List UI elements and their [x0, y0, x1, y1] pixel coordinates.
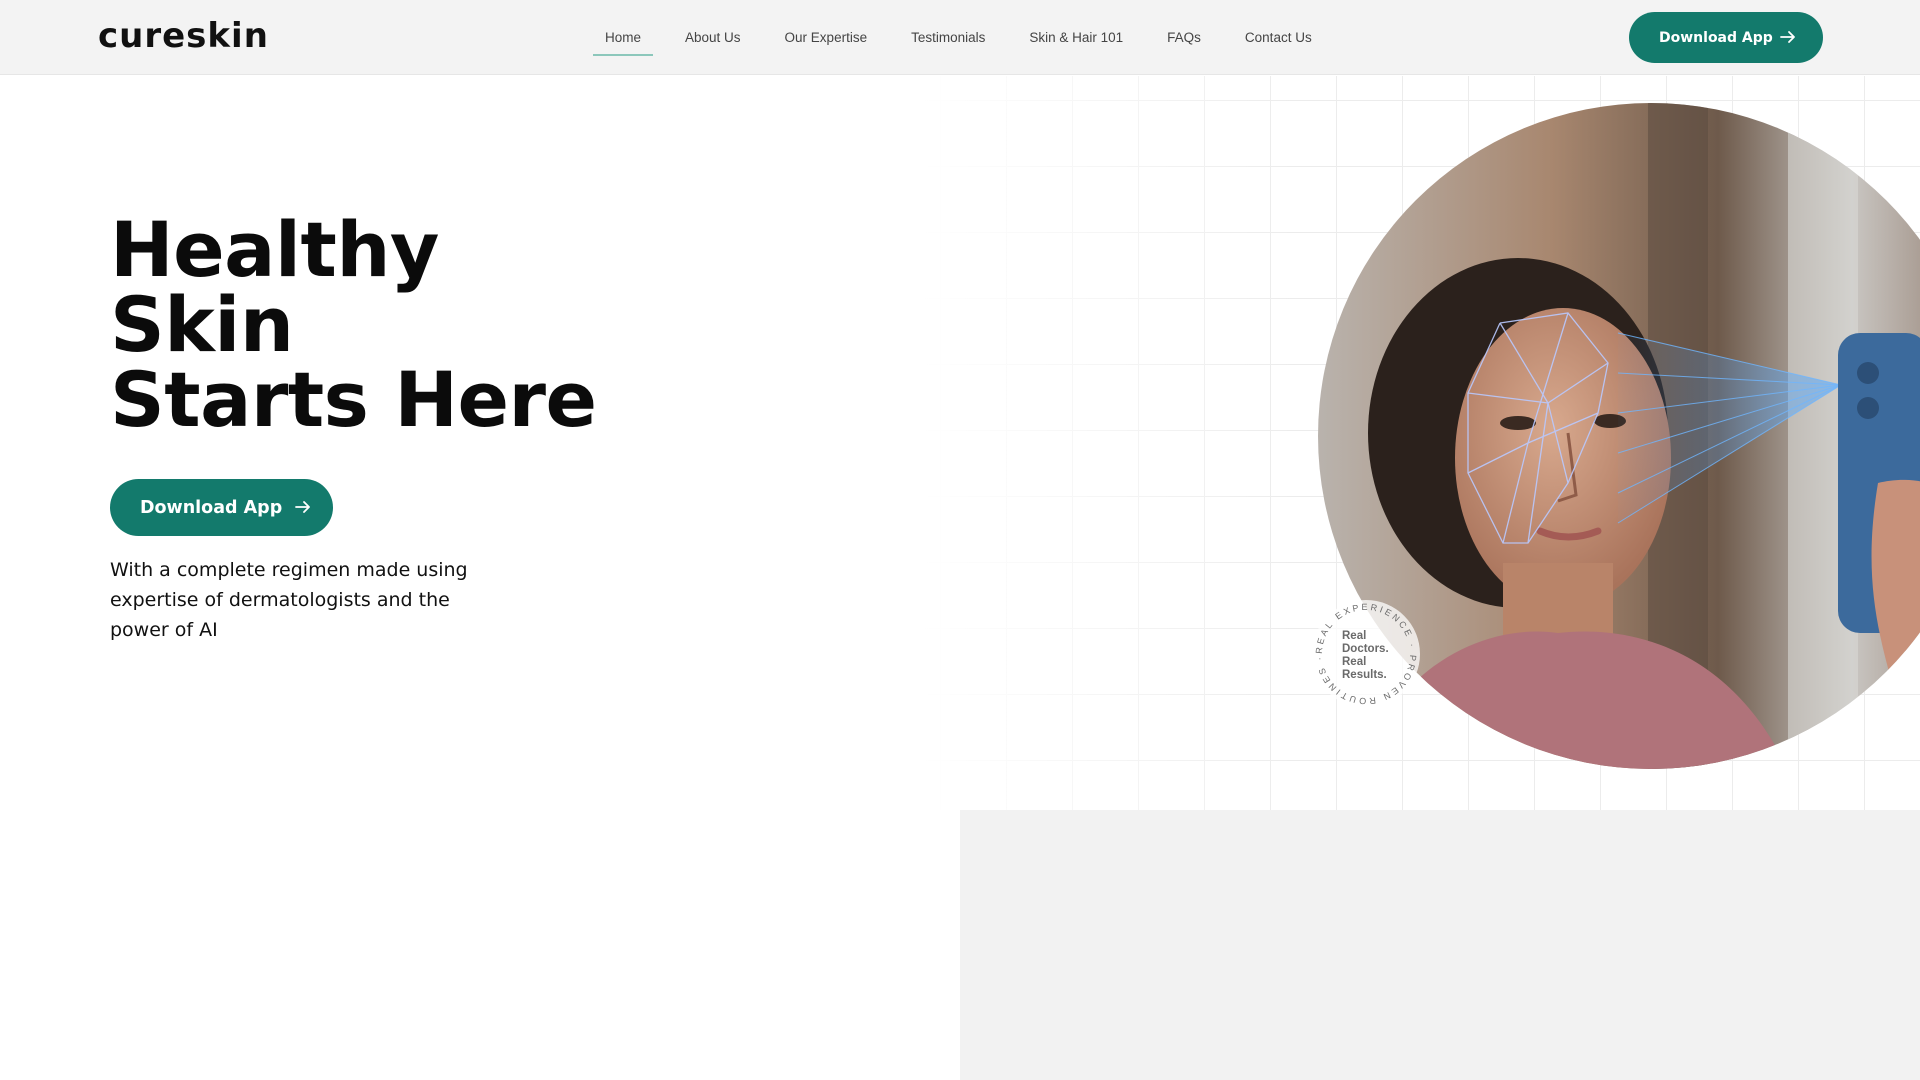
badge-line-1: Real: [1342, 630, 1367, 642]
site-header: cureskin Home About Us Our Expertise Tes…: [0, 0, 1920, 75]
header-download-app-label: Download App: [1659, 29, 1773, 46]
nav-item-contact-us[interactable]: Contact Us: [1223, 0, 1334, 75]
nav-item-testimonials[interactable]: Testimonials: [889, 0, 1007, 75]
nav-item-skin-hair-101[interactable]: Skin & Hair 101: [1007, 0, 1145, 75]
badge-center-text: Real Doctors. Real Results.: [1342, 630, 1412, 682]
nav-item-faqs[interactable]: FAQs: [1145, 0, 1223, 75]
nav-item-home[interactable]: Home: [583, 0, 663, 75]
hero-title-line-3: Starts Here: [110, 355, 597, 444]
nav-item-about-us[interactable]: About Us: [663, 0, 763, 75]
arrow-right-icon: [295, 501, 310, 513]
badge-line-2: Doctors.: [1342, 643, 1389, 655]
arrow-right-icon: [1780, 31, 1795, 43]
nav-item-our-expertise[interactable]: Our Expertise: [763, 0, 890, 75]
hero-title-line-1: Healthy: [110, 205, 439, 294]
hero-title: Healthy Skin Starts Here: [110, 205, 597, 444]
badge-line-3: Real: [1342, 656, 1367, 668]
main-nav: Home About Us Our Expertise Testimonials…: [583, 0, 1334, 75]
hero-download-app-label: Download App: [140, 497, 283, 518]
lower-grey-panel: [960, 810, 1920, 1080]
hero-subtitle: With a complete regimen made using exper…: [110, 559, 468, 641]
cureskin-logo[interactable]: cureskin: [98, 16, 269, 56]
header-download-app-button[interactable]: Download App: [1629, 12, 1823, 63]
hero-title-line-2: Skin: [110, 280, 294, 369]
hero-download-app-button[interactable]: Download App: [110, 479, 333, 536]
badge-line-4: Results.: [1342, 669, 1387, 681]
